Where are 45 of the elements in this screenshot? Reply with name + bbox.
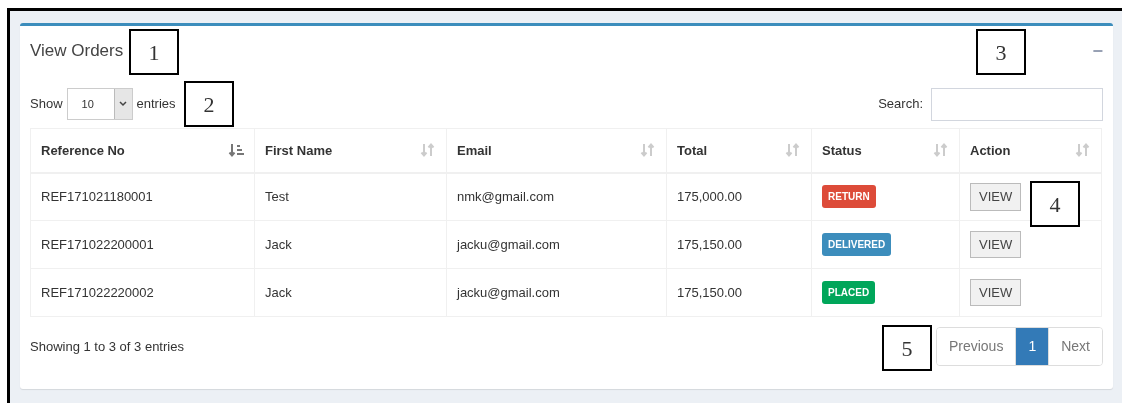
callout-number: 5: [882, 325, 932, 371]
view-button[interactable]: VIEW: [970, 183, 1022, 211]
sort-icon: [785, 142, 801, 159]
table-cell: jacku@gmail.com: [446, 220, 667, 269]
table-cell: Jack: [254, 220, 447, 269]
status-label: DELIVERED: [822, 233, 892, 256]
column-header[interactable]: Reference No: [30, 128, 255, 173]
sort-icon: [933, 142, 949, 159]
table-cell: 175,150.00: [666, 220, 812, 269]
show-label: Show: [30, 95, 63, 114]
view-button[interactable]: VIEW: [970, 278, 1022, 307]
column-header[interactable]: Action: [959, 128, 1102, 173]
table-cell: Test: [254, 172, 447, 221]
status-label: PLACED: [822, 281, 876, 304]
caret-icon: [119, 101, 128, 107]
status-label: RETURN: [822, 185, 876, 209]
sort-icon: [420, 142, 436, 159]
sort-icon: [1075, 142, 1091, 159]
search-field[interactable]: [931, 87, 1103, 121]
column-header[interactable]: Total: [666, 128, 812, 173]
table-cell: REF171021180001: [30, 172, 255, 221]
page-length-select[interactable]: 10: [66, 88, 133, 120]
table-cell: REF171022220002: [30, 268, 255, 317]
table-cell: 175,000.00: [666, 172, 812, 221]
table-cell: nmk@gmail.com: [446, 172, 667, 221]
column-header[interactable]: First Name: [254, 128, 447, 173]
table-cell: 175,150.00: [666, 268, 812, 317]
table-info: Showing 1 to 3 of 3 entries: [30, 337, 184, 356]
entries-label: entries: [136, 95, 176, 114]
callout-number: 3: [976, 29, 1026, 75]
page-button[interactable]: Next: [1048, 328, 1102, 365]
callout-number: 1: [129, 29, 179, 75]
callout-number: 2: [184, 81, 234, 127]
table-cell: jacku@gmail.com: [446, 268, 667, 317]
panel-title: View Orders: [30, 40, 124, 63]
view-button[interactable]: VIEW: [970, 230, 1022, 259]
sort-icon: [640, 142, 656, 159]
page-button[interactable]: 1: [1015, 328, 1049, 365]
callout-number: 4: [1030, 181, 1080, 227]
column-header[interactable]: Email: [446, 128, 667, 173]
table-cell: Jack: [254, 268, 447, 317]
search-label: Search:: [878, 95, 923, 114]
sort-ascending-icon: [228, 142, 244, 159]
column-header[interactable]: Status: [811, 128, 960, 173]
table-cell: REF171022200001: [30, 220, 255, 269]
